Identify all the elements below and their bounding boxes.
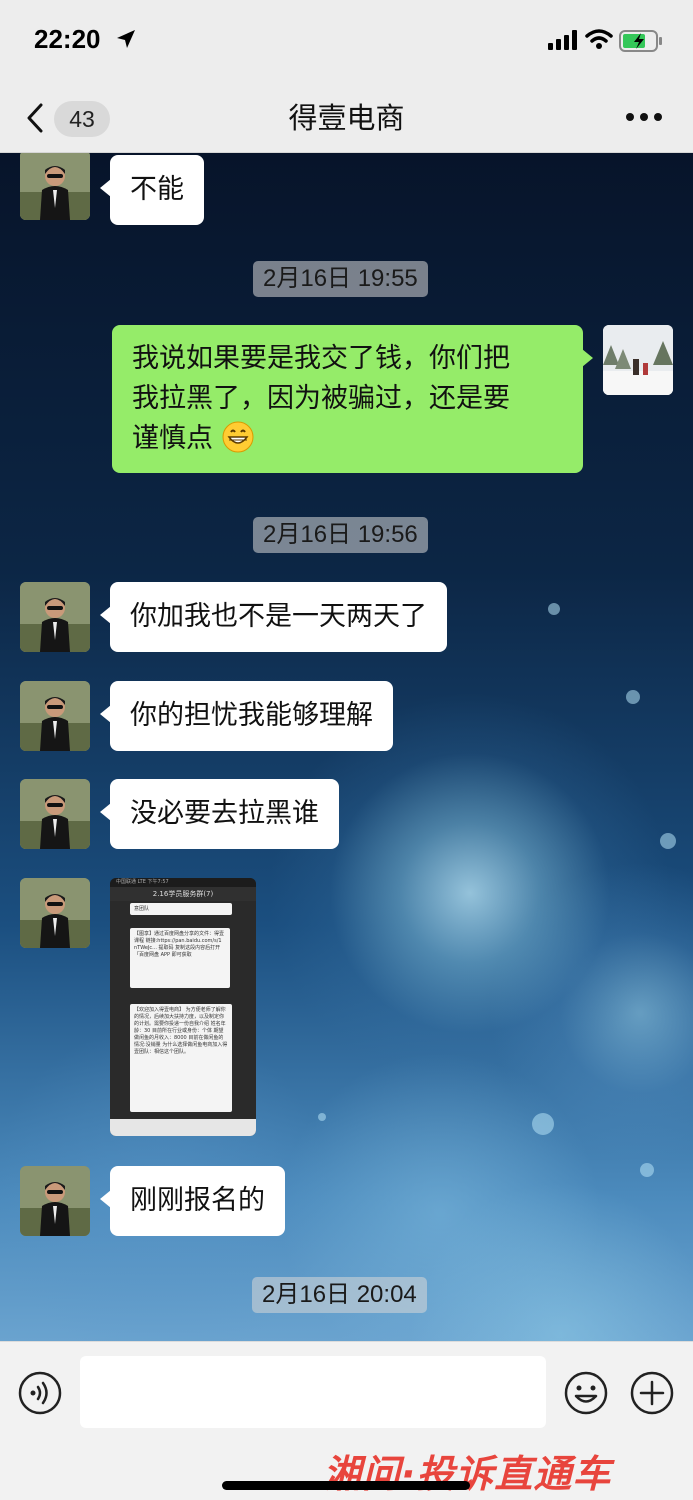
voice-input-icon[interactable] [17,1370,63,1416]
message-timestamp: 2月16日 19:55 [253,261,428,297]
screenshot-status-bar: 中国联通 LTE 下午7:57 [110,878,256,887]
location-arrow-icon [117,30,135,48]
plus-icon[interactable] [629,1370,675,1416]
chat-header: 43 得壹电商 [0,85,693,153]
message-text-line: 我说如果要是我交了钱，你们把 [132,343,510,374]
received-message-bubble[interactable]: 不能 [100,155,204,225]
message-text: 刚刚报名的 [130,1185,265,1216]
message-text: 你的担忧我能够理解 [130,700,373,731]
background-bokeh [640,1163,654,1177]
snowy-photo-icon [603,325,673,395]
chevron-left-icon [27,103,43,133]
background-bokeh [532,1113,554,1135]
message-text: 没必要去拉黑谁 [130,798,319,829]
wifi-icon [585,29,613,49]
more-options-icon[interactable] [624,111,664,123]
person-in-suit-icon [20,153,90,220]
message-input-bar: 湘问·投诉直通车 [0,1341,693,1500]
person-in-suit-icon [20,1166,90,1236]
contact-avatar[interactable] [20,878,90,948]
back-button[interactable]: 43 [22,99,117,139]
screenshot-input-bar [110,1119,256,1136]
screenshot-group-title: 2.16学员服务群(7) [110,887,256,901]
sent-message-bubble[interactable]: 我说如果要是我交了钱，你们把 我拉黑了，因为被骗过，还是要 谨慎点 [112,325,593,473]
person-in-suit-icon [20,779,90,849]
received-message-bubble[interactable]: 你的担忧我能够理解 [100,681,393,751]
emoji-icon[interactable] [563,1370,609,1416]
message-text-line: 我拉黑了，因为被骗过，还是要 [132,383,510,414]
status-bar: 22:20 [0,0,693,85]
message-text-line: 谨慎点 [132,419,563,459]
person-in-suit-icon [20,582,90,652]
chat-message-list[interactable]: 不能 2月16日 19:55 我说如果要是我交了钱，你们把 我拉黑了，因为被骗过… [0,153,693,1341]
received-message-bubble[interactable]: 你加我也不是一天两天了 [100,582,447,652]
received-message-bubble[interactable]: 没必要去拉黑谁 [100,779,339,849]
message-timestamp: 2月16日 20:04 [252,1277,427,1313]
contact-avatar[interactable] [20,582,90,652]
background-bokeh [548,603,560,615]
contact-avatar[interactable] [20,779,90,849]
battery-charging-icon [619,30,662,52]
home-indicator[interactable] [222,1481,470,1490]
contact-avatar[interactable] [20,1166,90,1236]
person-in-suit-icon [20,681,90,751]
contact-avatar[interactable] [20,681,90,751]
screenshot-card: 【图享】通过百度网盘分享的文件：得壹课程 链接:https://pan.baid… [130,928,230,988]
grinning-emoji-icon [222,421,254,453]
background-bokeh [318,1113,326,1121]
screenshot-card: 【欢迎加入得壹电商】 为方便老师了解你的情况，后续加大扶持力度，以及制定你的计划… [130,1004,232,1112]
received-message-bubble[interactable]: 刚刚报名的 [100,1166,285,1236]
background-bokeh [626,690,640,704]
status-time: 22:20 [34,24,101,54]
image-message[interactable]: 中国联通 LTE 下午7:57 2.16学员服务群(7) 意团队 【图享】通过百… [110,878,256,1136]
message-timestamp: 2月16日 19:56 [253,517,428,553]
background-bokeh [660,833,676,849]
contact-avatar[interactable] [20,153,90,220]
my-avatar[interactable] [603,325,673,395]
screenshot-card: 意团队 [130,903,232,915]
message-text: 你加我也不是一天两天了 [130,601,427,632]
unread-count-badge: 43 [54,101,110,137]
person-in-suit-icon [20,878,90,948]
message-input[interactable] [80,1356,546,1428]
cellular-signal-icon [548,30,577,50]
message-text: 不能 [130,174,184,205]
